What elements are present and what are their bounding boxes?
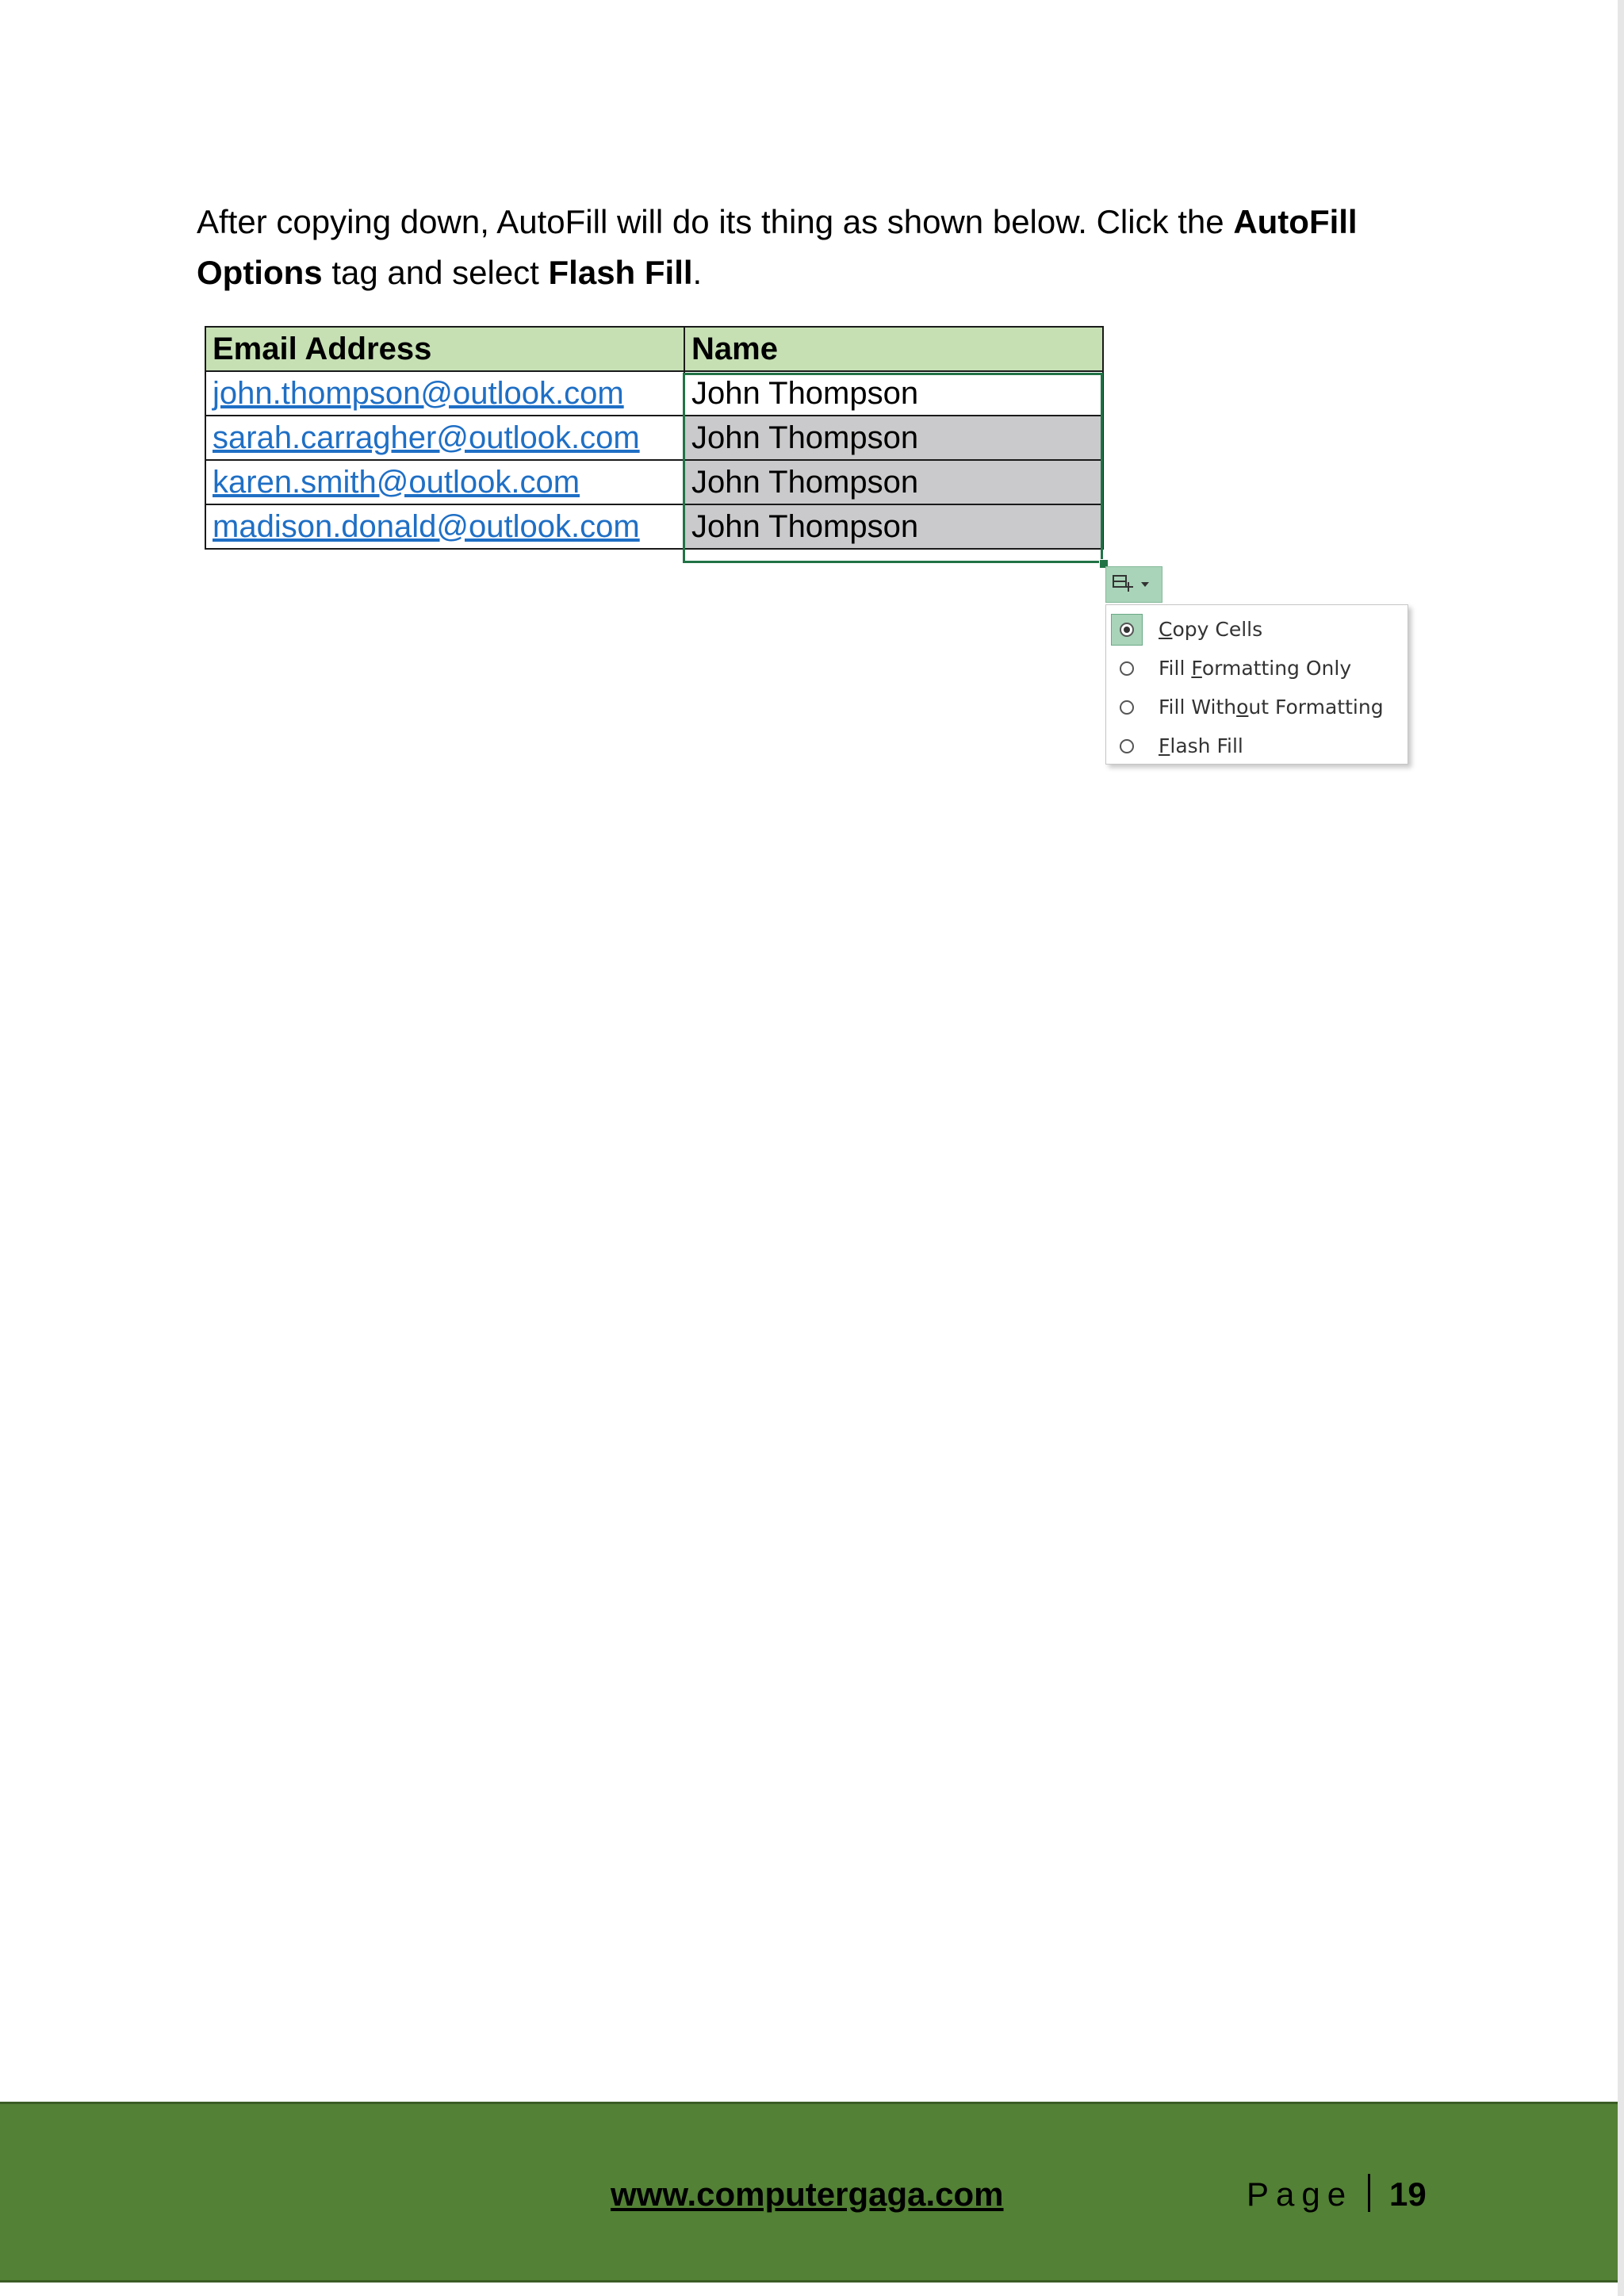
name-cell[interactable]: John Thompson [684,415,1104,461]
page-number: 19 [1389,2175,1427,2213]
menu-item-fill-without-formatting[interactable]: Fill Without Formatting [1106,688,1408,726]
name-cell[interactable]: John Thompson [684,370,1104,416]
email-cell[interactable]: madison.donald@outlook.com [205,504,685,550]
radio-button[interactable] [1120,738,1134,753]
website-link[interactable]: www.computergaga.com [611,2175,1004,2214]
spreadsheet-table: Email Address Name john.thompson@outlook… [205,326,1104,550]
paragraph-bold-flash-fill: Flash Fill [548,254,693,291]
radio-button[interactable] [1120,700,1134,715]
email-cell[interactable]: sarah.carragher@outlook.com [205,415,685,461]
email-cell[interactable]: john.thompson@outlook.com [205,370,685,416]
menu-item-flash-fill[interactable]: Flash Fill [1106,726,1408,765]
page-edge [1618,0,1624,2296]
radio-button-checked[interactable] [1120,622,1134,637]
email-cell[interactable]: karen.smith@outlook.com [205,459,685,505]
autofill-options-button[interactable] [1105,566,1162,603]
menu-item-label: Fill Formatting Only [1159,657,1352,680]
paragraph-text: tag and select [322,254,549,291]
radio-button[interactable] [1120,661,1134,676]
table-row: madison.donald@outlook.com John Thompson [205,504,1104,550]
page-footer: www.computergaga.com Page 19 [0,2102,1618,2283]
page-label: Page [1247,2175,1354,2213]
radio-wrap [1111,692,1143,723]
radio-wrap [1111,730,1143,762]
page-separator [1368,2174,1370,2212]
menu-item-label: Copy Cells [1159,618,1263,641]
menu-item-label: Fill Without Formatting [1159,696,1384,719]
paragraph-text: . [692,254,703,291]
header-email-address[interactable]: Email Address [205,326,685,372]
table-row: john.thompson@outlook.com John Thompson [205,370,1104,416]
paragraph-text: After copying down, AutoFill will do its… [197,203,1234,240]
name-cell[interactable]: John Thompson [684,459,1104,505]
instruction-paragraph: After copying down, AutoFill will do its… [197,197,1434,298]
menu-item-copy-cells[interactable]: Copy Cells [1106,610,1408,649]
autofill-options-menu: Copy Cells Fill Formatting Only Fill Wit… [1105,604,1408,765]
header-name[interactable]: Name [684,326,1104,372]
name-cell[interactable]: John Thompson [684,504,1104,550]
table-row: sarah.carragher@outlook.com John Thompso… [205,415,1104,461]
menu-item-label: Flash Fill [1159,734,1243,757]
table-header-row: Email Address Name [205,326,1104,372]
menu-item-fill-formatting-only[interactable]: Fill Formatting Only [1106,649,1408,688]
table-row: karen.smith@outlook.com John Thompson [205,459,1104,505]
chevron-down-icon [1141,582,1149,587]
radio-wrap [1111,653,1143,684]
radio-selected-highlight [1111,613,1143,646]
autofill-options-icon [1113,575,1133,594]
